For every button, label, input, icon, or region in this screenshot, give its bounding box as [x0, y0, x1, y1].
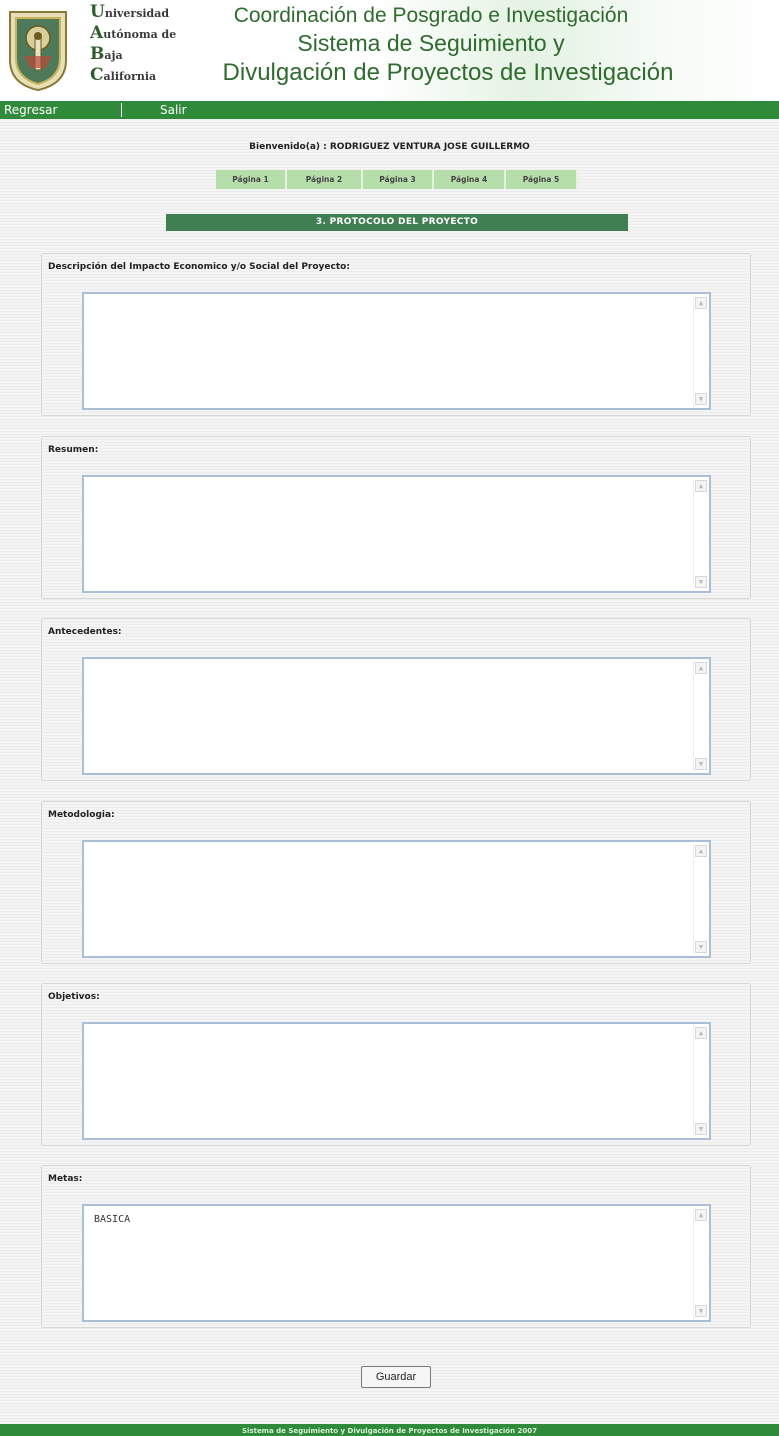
field-label: Objetivos: — [48, 992, 100, 1002]
tab-page-2[interactable]: Página 2 — [287, 170, 363, 189]
header-title-system: Sistema de Seguimiento y — [297, 30, 565, 56]
tab-page-1[interactable]: Página 1 — [216, 170, 287, 189]
field-label: Antecedentes: — [48, 627, 122, 637]
university-initial: B — [90, 44, 105, 64]
save-button[interactable]: Guardar — [361, 1366, 431, 1388]
tab-page-4[interactable]: Página 4 — [434, 170, 506, 189]
section-title: 3. PROTOCOLO DEL PROYECTO — [166, 214, 628, 231]
metas-textarea[interactable]: BASICA — [82, 1204, 711, 1322]
tab-page-5[interactable]: Página 5 — [506, 170, 578, 189]
university-name-line: Universidad — [90, 2, 200, 23]
university-seal-icon — [9, 11, 67, 92]
university-word: alifornia — [103, 70, 157, 83]
university-word: utónoma de — [103, 28, 177, 41]
fieldset-metas: Metas: BASICA ▲ ▼ — [41, 1165, 751, 1328]
university-name: Universidad Autónoma de Baja California — [90, 2, 200, 86]
fieldset-metodologia: Metodologia: ▲ ▼ — [41, 801, 751, 964]
header-title-coordination: Coordinación de Posgrado e Investigación — [233, 4, 629, 27]
header: Universidad Autónoma de Baja California … — [0, 0, 779, 101]
university-initial: U — [90, 2, 105, 22]
footer-text: Sistema de Seguimiento y Divulgación de … — [0, 1424, 779, 1436]
metodologia-textarea[interactable] — [82, 840, 711, 958]
field-label: Metodologia: — [48, 810, 115, 820]
fieldset-resumen: Resumen: ▲ ▼ — [41, 436, 751, 599]
page-tabs: Página 1 Página 2 Página 3 Página 4 Pági… — [216, 170, 578, 189]
back-link[interactable]: Regresar — [4, 102, 57, 118]
logout-link[interactable]: Salir — [160, 102, 187, 118]
university-initial: A — [90, 23, 104, 43]
field-label: Metas: — [48, 1174, 83, 1184]
nav-divider — [121, 103, 122, 117]
fieldset-impacto: Descripción del Impacto Economico y/o So… — [41, 253, 751, 416]
header-title-projects: Divulgación de Proyectos de Investigació… — [222, 59, 674, 86]
university-word: aja — [104, 49, 123, 62]
antecedentes-textarea[interactable] — [82, 657, 711, 775]
objetivos-textarea[interactable] — [82, 1022, 711, 1140]
impacto-textarea[interactable] — [82, 292, 711, 410]
resumen-textarea[interactable] — [82, 475, 711, 593]
university-name-line: Autónoma de — [90, 23, 200, 44]
nav-bar: Regresar Salir — [0, 101, 779, 119]
university-name-line: California — [90, 65, 200, 86]
field-label: Descripción del Impacto Economico y/o So… — [48, 262, 350, 272]
tab-page-3[interactable]: Página 3 — [363, 170, 434, 189]
field-label: Resumen: — [48, 445, 99, 455]
university-initial: C — [90, 65, 104, 85]
fieldset-antecedentes: Antecedentes: ▲ ▼ — [41, 618, 751, 781]
university-word: niversidad — [104, 7, 170, 20]
welcome-message: Bienvenido(a) : RODRIGUEZ VENTURA JOSE G… — [249, 142, 530, 152]
fieldset-objetivos: Objetivos: ▲ ▼ — [41, 983, 751, 1146]
university-name-line: Baja — [90, 44, 200, 65]
